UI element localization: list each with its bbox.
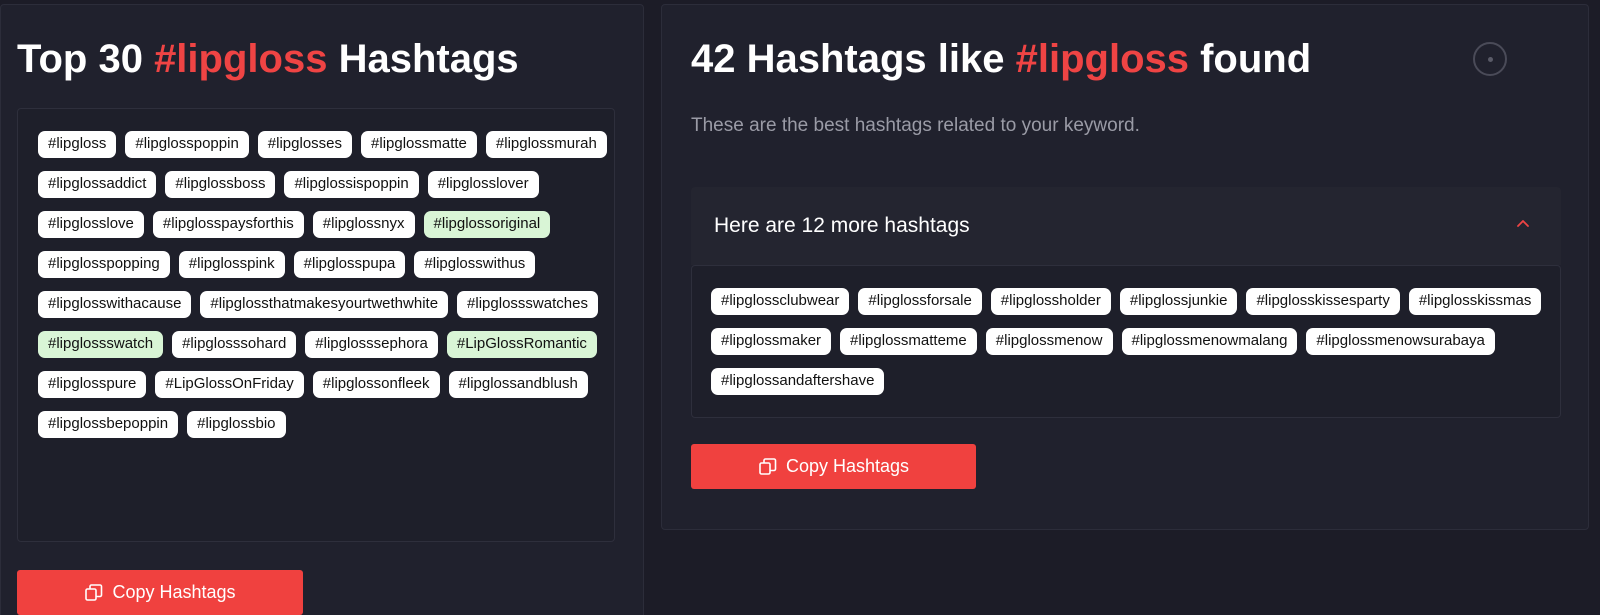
hashtag-chip[interactable]: #lipglossispoppin <box>284 171 419 198</box>
copy-hashtags-label: Copy Hashtags <box>112 582 236 602</box>
hashtag-chip[interactable]: #lipglossjunkie <box>1119 288 1238 315</box>
hashtag-chip[interactable]: #lipglossonfleek <box>312 371 440 398</box>
hashtag-chip[interactable]: #lipglosspopping <box>38 251 170 278</box>
hashtag-chip[interactable]: #lipglossmurah <box>485 131 607 158</box>
hashtag-chip[interactable]: #lipglossandaftershave <box>711 368 885 395</box>
related-hashtags-panel: 42 Hashtags like #lipgloss found These a… <box>661 4 1589 530</box>
copy-hashtags-label: Copy Hashtags <box>785 456 910 476</box>
hashtag-chip[interactable]: #lipglossforsale <box>858 288 982 315</box>
hashtag-chip[interactable]: #lipglossmatteme <box>840 328 977 355</box>
hashtag-chip[interactable]: #lipglossholder <box>990 288 1111 315</box>
related-hashtags-title: 42 Hashtags like #lipgloss found <box>691 37 1312 81</box>
hashtag-chip[interactable]: #lipglosspure <box>38 371 147 398</box>
hashtag-chip[interactable]: #lipglosskissesparty <box>1246 288 1400 315</box>
hashtag-chip[interactable]: #lipglosskissmas <box>1408 288 1542 315</box>
hashtag-chip[interactable]: #lipglossmenowsurabaya <box>1306 328 1495 355</box>
keyword-accent: #lipgloss <box>154 37 328 81</box>
hashtag-chip[interactable]: #lipglossmatte <box>361 131 477 158</box>
copy-icon <box>85 583 103 601</box>
top-hashtags-panel: Top 30 #lipgloss Hashtags #lipgloss #lipg… <box>0 4 644 615</box>
hashtag-chip[interactable]: #lipglosses <box>257 131 353 158</box>
related-hashtags-subtitle: These are the best hashtags related to y… <box>691 115 1140 136</box>
hashtag-chip[interactable]: #lipglosspoppin <box>125 131 249 158</box>
hashtag-chip[interactable]: #lipglosslove <box>38 211 144 238</box>
hashtag-chip[interactable]: #lipglosswithacause <box>38 291 192 318</box>
chevron-up-icon[interactable] <box>1515 215 1531 231</box>
hashtag-chip[interactable]: #lipglossaddict <box>38 171 157 198</box>
hashtag-chip[interactable]: #lipglossthatmakesyourtwethwhite <box>200 291 449 318</box>
hashtag-chip[interactable]: #lipglosspaysforthis <box>152 211 304 238</box>
hashtag-chip[interactable]: #lipglosspink <box>178 251 285 278</box>
more-hashtags-accordion-header[interactable]: Here are 12 more hashtags <box>691 187 1561 265</box>
hashtag-chip[interactable]: #lipglosspupa <box>293 251 406 278</box>
hashtag-chip[interactable]: #LipGlossOnFriday <box>155 371 304 398</box>
hashtag-chip[interactable]: #lipglossswatch <box>38 331 164 358</box>
hashtag-chip[interactable]: #lipgloss <box>38 131 117 158</box>
copy-hashtags-button[interactable]: Copy Hashtags <box>17 570 303 615</box>
hashtag-chip[interactable]: #LipGlossRomantic <box>446 331 597 358</box>
loading-spinner-icon <box>1473 42 1507 76</box>
hashtag-chip[interactable]: #lipglossoriginal <box>423 211 551 238</box>
top-hashtags-title: Top 30 #lipgloss Hashtags <box>17 37 519 81</box>
hashtag-chip[interactable]: #lipglossmaker <box>711 328 832 355</box>
hashtag-chip[interactable]: #lipglossbio <box>187 411 286 438</box>
hashtag-chip[interactable]: #lipglosswithus <box>414 251 536 278</box>
hashtag-chip[interactable]: #lipglosssohard <box>172 331 297 358</box>
more-hashtags-label: Here are 12 more hashtags <box>714 214 970 237</box>
top-hashtags-list: #lipgloss #lipglosspoppin #lipglosses #lipg… <box>17 108 615 542</box>
hashtag-chip[interactable]: #lipglossclubwear <box>711 288 850 315</box>
hashtag-chip[interactable]: #lipglossnyx <box>312 211 415 238</box>
hashtag-chip[interactable]: #lipglossandblush <box>448 371 588 398</box>
hashtag-chip[interactable]: #lipglossmenowmalang <box>1121 328 1298 355</box>
hashtag-chip[interactable]: #lipglossbepoppin <box>38 411 179 438</box>
hashtag-chip[interactable]: #lipglosssephora <box>305 331 438 358</box>
hashtag-chip[interactable]: #lipglosslover <box>427 171 539 198</box>
copy-icon <box>759 457 777 475</box>
hashtag-chip[interactable]: #lipglossboss <box>165 171 276 198</box>
copy-hashtags-button[interactable]: Copy Hashtags <box>691 444 976 489</box>
hashtag-chip[interactable]: #lipglossmenow <box>985 328 1113 355</box>
hashtag-chip[interactable]: #lipglossswatches <box>457 291 598 318</box>
keyword-accent: #lipgloss <box>1015 37 1189 81</box>
more-hashtags-list: #lipglossclubwear #lipglossforsale #lipglo… <box>691 265 1561 418</box>
